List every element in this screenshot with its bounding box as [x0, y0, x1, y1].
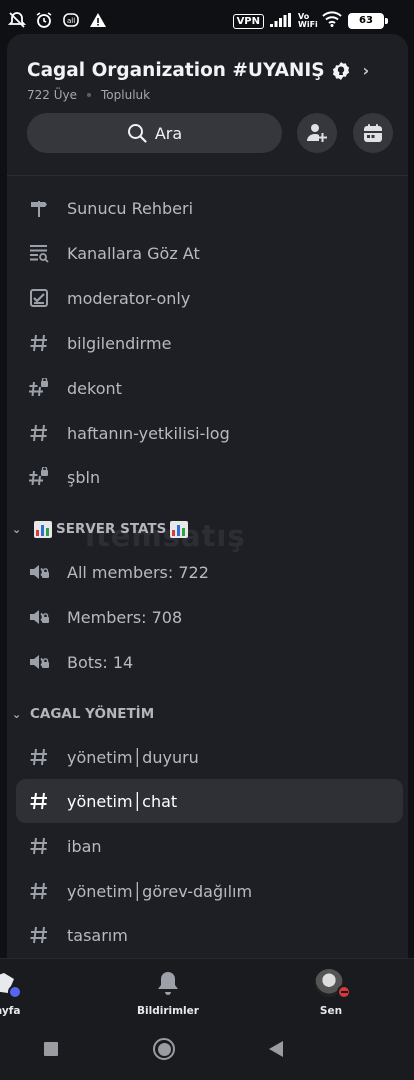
bar-chart-emoji-icon: [170, 520, 189, 538]
dnd-status-dot: [337, 985, 351, 999]
chevron-right-icon: ›: [362, 61, 370, 80]
server-channel-panel: Cagal Organization #UYANIŞ › 722 Üye Top…: [7, 34, 408, 958]
alarm-icon: [35, 11, 53, 29]
channel-label: tasarım: [67, 925, 128, 945]
svg-text:all: all: [67, 17, 75, 25]
home-button[interactable]: [153, 1038, 175, 1060]
channel-label: Kanallara Göz At: [67, 243, 200, 263]
channel-item-kanallara-goz-at[interactable]: Kanallara Göz At: [16, 231, 403, 275]
add-member-icon: [307, 124, 327, 142]
signal-icon: [270, 12, 292, 31]
channel-item-iban[interactable]: iban: [16, 824, 403, 868]
hash-icon: [26, 330, 52, 356]
hash-locked-icon: [26, 464, 52, 490]
channel-item-sunucu-rehberi[interactable]: Sunucu Rehberi: [16, 186, 403, 230]
invite-members-button[interactable]: [297, 113, 337, 153]
channel-item-yonetim-chat[interactable]: yönetim│chat: [16, 779, 403, 823]
channel-label: moderator-only: [67, 288, 191, 308]
category-label: SERVER STATS: [56, 521, 167, 537]
nav-notifications[interactable]: Bildirimler: [137, 969, 199, 1017]
server-meta: 722 Üye Topluluk: [27, 88, 150, 102]
server-icon-wrap: [0, 969, 22, 999]
hash-icon: [26, 788, 52, 814]
vowifi-bottom: WiFi: [298, 20, 318, 29]
voice-locked-icon: [26, 604, 52, 630]
hash-icon: [26, 420, 52, 446]
channel-item-haftanin-yetkilisi-log[interactable]: haftanın-yetkilisi-log: [16, 411, 403, 455]
channel-label: Sunucu Rehberi: [67, 198, 194, 218]
hash-icon: [26, 833, 52, 859]
hash-icon: [26, 922, 52, 948]
hash-icon: [26, 878, 52, 904]
channel-label: haftanın-yetkilisi-log: [67, 423, 230, 443]
voice-locked-icon: [26, 559, 52, 585]
nav-home-label: Sayfa: [0, 1005, 21, 1017]
search-label: Ara: [154, 123, 183, 143]
channel-label: yönetim│chat: [67, 791, 178, 811]
chevron-down-icon: ⌄: [12, 707, 22, 721]
category-server-stats[interactable]: ⌄ SERVER STATS: [12, 517, 192, 541]
signpost-icon: [26, 195, 52, 221]
member-count: 722 Üye: [27, 88, 77, 102]
channel-label: Bots: 14: [67, 652, 134, 672]
vowifi-indicator: Vo WiFi: [298, 13, 318, 29]
channel-label: Members: 708: [67, 607, 183, 627]
channel-label: bilgilendirme: [67, 333, 172, 353]
wifi-icon: [322, 11, 342, 31]
channel-label: All members: 722: [67, 562, 209, 582]
nav-profile-label: Sen: [319, 1005, 343, 1017]
bottom-nav: Sayfa Bildirimler Sen: [0, 958, 414, 1024]
channel-item-tasarim[interactable]: tasarım: [16, 913, 403, 957]
category-label: CAGAL YÖNETİM: [30, 706, 155, 722]
channel-item-bots[interactable]: Bots: 14: [16, 640, 403, 684]
hash-icon: [26, 744, 52, 770]
category-cagal-yonetim[interactable]: ⌄ CAGAL YÖNETİM: [12, 702, 154, 726]
app-notification-icon: all: [62, 11, 80, 29]
hash-locked-icon: [26, 375, 52, 401]
channel-item-bilgilendirme[interactable]: bilgilendirme: [16, 321, 403, 365]
channel-item-yonetim-duyuru[interactable]: yönetim│duyuru: [16, 735, 403, 779]
server-name: Cagal Organization #UYANIŞ: [27, 60, 325, 81]
channel-label: iban: [67, 836, 102, 856]
vpn-indicator: VPN: [232, 13, 264, 29]
channel-item-moderator-only[interactable]: moderator-only: [16, 276, 403, 320]
nav-notifications-label: Bildirimler: [137, 1005, 199, 1017]
back-button[interactable]: [268, 1040, 284, 1058]
battery-indicator: 63: [348, 13, 388, 29]
channel-item-sbln[interactable]: şbln: [16, 455, 403, 499]
channel-label: dekont: [67, 378, 122, 398]
nav-profile[interactable]: Sen: [313, 969, 351, 1017]
browse-channels-icon: [26, 240, 52, 266]
bell-icon: [157, 972, 178, 995]
system-nav-bar: [0, 1024, 414, 1080]
avatar-wrap: [313, 969, 351, 999]
channel-label: şbln: [67, 467, 101, 487]
server-type: Topluluk: [101, 88, 151, 102]
community-badge-icon: [332, 61, 349, 80]
server-header[interactable]: Cagal Organization #UYANIŞ ›: [27, 60, 369, 81]
recent-apps-button[interactable]: [44, 1042, 58, 1056]
nav-home[interactable]: Sayfa: [0, 969, 22, 1017]
search-icon: [127, 124, 147, 143]
channel-item-all-members[interactable]: All members: 722: [16, 550, 403, 594]
channel-item-yonetim-gorev-dagilim[interactable]: yönetim│görev-dağılım: [16, 869, 403, 913]
online-status-dot: [8, 985, 22, 999]
channel-label: yönetim│görev-dağılım: [67, 881, 253, 901]
checklist-icon: [26, 285, 52, 311]
channel-label: yönetim│duyuru: [67, 747, 199, 767]
events-button[interactable]: [353, 113, 393, 153]
header-divider: [7, 175, 408, 176]
bar-chart-emoji-icon: [34, 520, 52, 538]
channel-item-dekont[interactable]: dekont: [16, 366, 403, 410]
voice-locked-icon: [26, 649, 52, 675]
separator-dot: [87, 93, 91, 97]
calendar-icon: [364, 124, 382, 142]
search-button[interactable]: Ara: [27, 113, 282, 153]
warning-icon: [89, 11, 107, 29]
mute-icon: [7, 11, 27, 29]
channel-item-members[interactable]: Members: 708: [16, 595, 403, 639]
chevron-down-icon: ⌄: [12, 522, 22, 536]
